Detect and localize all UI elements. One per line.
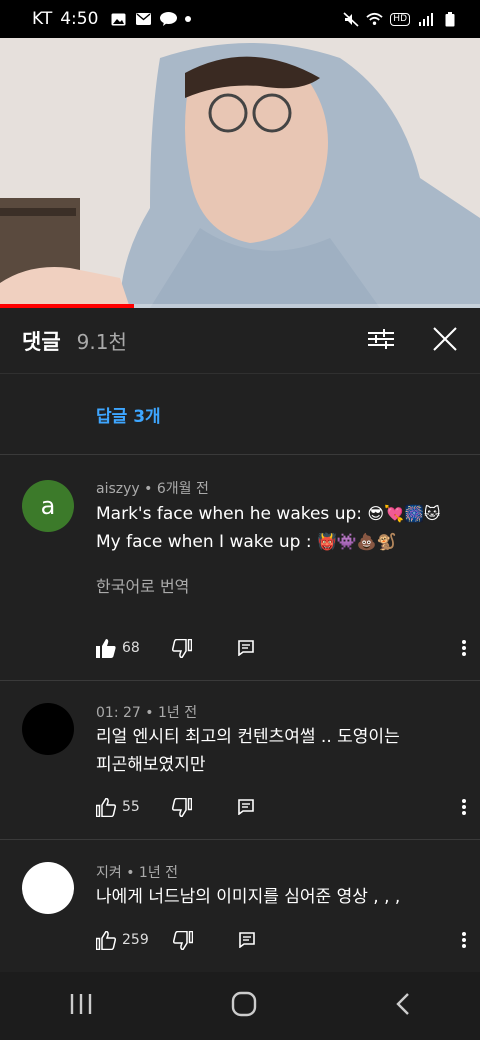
more-options-icon[interactable] xyxy=(462,640,466,656)
system-nav-bar xyxy=(0,972,480,1040)
dislike-button[interactable] xyxy=(171,797,192,817)
emoji-group: 👹👾💩🐒 xyxy=(317,532,397,551)
comment-meta: aiszyy • 6개월 전 xyxy=(96,481,209,497)
comment-item: 01: 27 • 1년 전 리얼 엔시티 최고의 컨텐츠여썰 .. 도영이는 피… xyxy=(0,681,480,839)
dislike-button[interactable] xyxy=(172,930,193,950)
reply-icon xyxy=(238,932,255,948)
comment-line: 피곤해보였지만 xyxy=(96,755,206,775)
view-replies-link[interactable]: 답글 3개 xyxy=(96,402,161,427)
video-frame xyxy=(0,38,480,308)
avatar-letter: a xyxy=(40,492,56,520)
signal-icon xyxy=(417,12,434,26)
like-count: 68 xyxy=(122,640,140,656)
like-count: 55 xyxy=(122,799,140,815)
thumbs-down-icon xyxy=(172,930,193,950)
status-bar: KT 4:50 HD xyxy=(0,0,480,38)
mail-icon xyxy=(135,12,152,26)
avatar[interactable] xyxy=(22,703,74,755)
video-player[interactable] xyxy=(0,38,480,308)
more-options-icon[interactable] xyxy=(462,799,466,815)
reply-button[interactable] xyxy=(238,640,254,656)
thumbs-down-icon xyxy=(171,797,192,817)
comment-line: Mark's face when he wakes up: xyxy=(96,504,368,524)
reply-icon xyxy=(238,640,254,656)
comments-count: 9.1천 xyxy=(76,330,127,354)
comment-text: 나에게 너드남의 이미지를 심어준 영상 , , , xyxy=(96,883,460,911)
like-button[interactable]: 259 xyxy=(96,930,149,950)
comment-actions: 68 xyxy=(96,634,466,662)
wifi-icon xyxy=(366,12,383,26)
comment-line: My face when I wake up : xyxy=(96,532,317,552)
gallery-icon xyxy=(110,12,127,26)
back-icon[interactable] xyxy=(395,992,411,1020)
comment-meta: 01: 27 • 1년 전 xyxy=(96,705,198,721)
reply-icon xyxy=(238,799,254,815)
like-count: 259 xyxy=(122,932,149,948)
reply-button[interactable] xyxy=(238,932,255,948)
emoji-group: 😎💘🎆🐱 xyxy=(367,504,441,523)
comments-header: 댓글 9.1천 xyxy=(0,308,480,374)
mute-icon xyxy=(342,11,359,27)
clock: 4:50 xyxy=(60,9,99,29)
comment-text: Mark's face when he wakes up: 😎💘🎆🐱 My fa… xyxy=(96,500,460,556)
battery-icon xyxy=(441,11,458,26)
comment-item: a aiszyy • 6개월 전 Mark's face when he wak… xyxy=(0,456,480,680)
hd-voice-icon: HD xyxy=(390,12,410,26)
notification-dot-icon xyxy=(185,16,192,22)
avatar[interactable] xyxy=(22,862,74,914)
comments-title: 댓글 xyxy=(22,329,61,354)
comment-item: 지켜 • 1년 전 나에게 너드남의 이미지를 심어준 영상 , , , 259 xyxy=(0,840,480,972)
reply-button[interactable] xyxy=(238,799,254,815)
like-button[interactable]: 55 xyxy=(96,797,140,817)
home-icon[interactable] xyxy=(231,991,257,1021)
more-options-icon[interactable] xyxy=(462,932,466,948)
talk-icon xyxy=(160,12,178,26)
comment-line: 나에게 너드남의 이미지를 심어준 영상 , , , xyxy=(96,887,401,907)
avatar[interactable]: a xyxy=(22,480,74,532)
comment-actions: 55 xyxy=(96,793,466,821)
recent-apps-icon[interactable] xyxy=(69,993,93,1019)
replies-row: 답글 3개 xyxy=(0,375,480,455)
close-icon[interactable] xyxy=(432,326,458,356)
dislike-button[interactable] xyxy=(171,638,192,658)
thumbs-up-icon xyxy=(96,930,116,950)
thumbs-down-icon xyxy=(171,638,192,658)
comment-meta: 지켜 • 1년 전 xyxy=(96,865,179,881)
sort-filter-icon[interactable] xyxy=(368,328,394,354)
carrier-label: KT xyxy=(32,9,53,29)
comment-text: 리얼 엔시티 최고의 컨텐츠여썰 .. 도영이는 피곤해보였지만 xyxy=(96,723,460,779)
comment-actions: 259 xyxy=(96,926,466,954)
thumbs-up-icon xyxy=(96,797,116,817)
thumbs-up-filled-icon xyxy=(96,638,116,658)
like-button[interactable]: 68 xyxy=(96,638,140,658)
translate-link[interactable]: 한국어로 번역 xyxy=(96,573,189,597)
comment-line: 리얼 엔시티 최고의 컨텐츠여썰 .. 도영이는 xyxy=(96,727,400,747)
